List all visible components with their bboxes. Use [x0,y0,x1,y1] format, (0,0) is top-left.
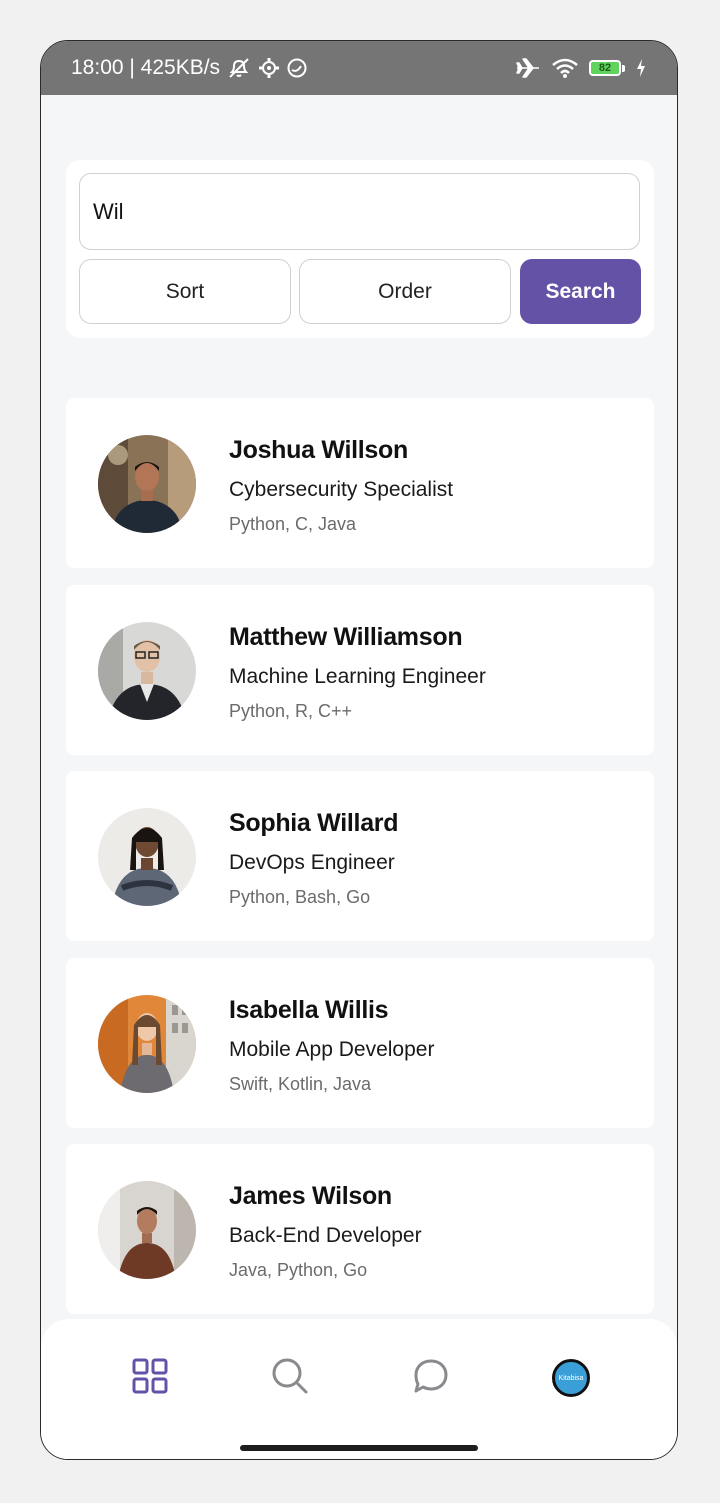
battery-level: 82 [589,60,621,76]
status-bar: 18:00 | 425KB/s 82 [41,41,677,95]
chat-icon [413,1358,449,1399]
airplane-mode-icon [515,57,541,79]
profile-role: DevOps Engineer [229,851,395,874]
charging-bolt-icon [635,58,647,78]
profile-role: Cybersecurity Specialist [229,478,454,501]
avatar [98,1181,196,1279]
profile-skills: Python, Bash, Go [229,887,371,907]
avatar [98,435,196,533]
profile-role: Mobile App Developer [229,1038,435,1061]
profile-card[interactable]: Sophia Willard DevOps Engineer Python, B… [66,771,654,941]
search-panel: Sort Order Search [66,160,654,338]
avatar [98,808,196,906]
profile-avatar: Kitabisa [552,1359,590,1397]
search-input[interactable] [79,173,640,250]
search-button-label: Search [545,279,616,303]
bottom-navigation: Kitabisa [41,1319,677,1459]
profile-name: James Wilson [229,1182,392,1210]
order-button-label: Order [378,279,432,303]
profile-role: Machine Learning Engineer [229,665,486,688]
status-time-speed: 18:00 | 425KB/s [71,56,221,79]
profile-skills: Python, C, Java [229,514,357,534]
search-button[interactable]: Search [520,259,641,324]
settings-gear-icon [258,57,280,79]
profile-role: Back-End Developer [229,1224,422,1247]
nav-profile[interactable]: Kitabisa [550,1357,592,1399]
profile-name: Sophia Willard [229,809,399,837]
sort-button[interactable]: Sort [79,259,291,324]
sync-circle-icon [286,57,308,79]
nav-home[interactable] [129,1357,171,1399]
profile-card[interactable]: Joshua Willson Cybersecurity Specialist … [66,398,654,568]
search-icon [271,1357,309,1400]
avatar [98,622,196,720]
nav-chat[interactable] [410,1357,452,1399]
avatar [98,995,196,1093]
home-indicator [240,1445,478,1451]
profile-card[interactable]: James Wilson Back-End Developer Java, Py… [66,1144,654,1314]
profile-name: Isabella Willis [229,996,389,1024]
nav-search[interactable] [269,1357,311,1399]
profile-card[interactable]: Isabella Willis Mobile App Developer Swi… [66,958,654,1128]
order-button[interactable]: Order [299,259,511,324]
wifi-icon [551,57,579,79]
profile-name: Joshua Willson [229,436,408,464]
profile-skills: Python, R, C++ [229,701,353,721]
phone-frame: 18:00 | 425KB/s 82 Wil Sort Order Search… [40,40,678,1460]
profile-skills: Swift, Kotlin, Java [229,1074,372,1094]
profile-skills: Java, Python, Go [229,1260,368,1280]
profile-card[interactable]: Matthew Williamson Machine Learning Engi… [66,585,654,755]
battery-indicator: 82 [589,60,625,76]
profile-name: Matthew Williamson [229,623,463,651]
grid-icon [132,1358,168,1399]
sort-button-label: Sort [165,279,205,303]
mute-icon [226,57,252,79]
profile-avatar-text: Kitabisa [558,1374,584,1382]
